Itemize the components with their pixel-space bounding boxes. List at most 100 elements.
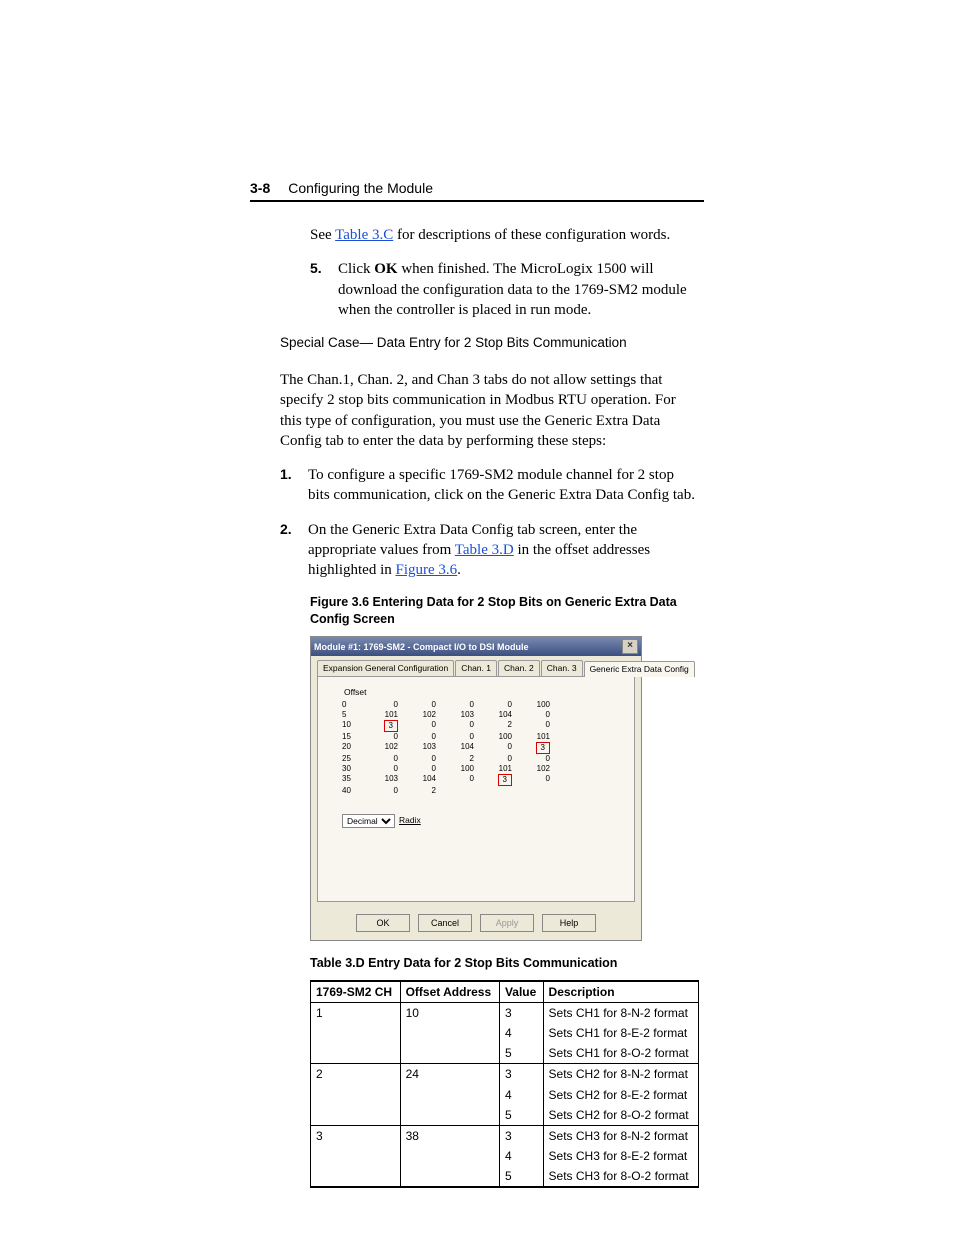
- table-caption: Table 3.D Entry Data for 2 Stop Bits Com…: [310, 955, 699, 972]
- dialog-titlebar: Module #1: 1769-SM2 - Compact I/O to DSI…: [311, 637, 641, 656]
- table-3d: 1769-SM2 CH Offset Address Value Descrip…: [310, 980, 699, 1189]
- offset-cell[interactable]: 0: [364, 786, 402, 796]
- offset-cell[interactable]: 0: [402, 700, 440, 710]
- dialog-tabpage: Offset 000001005101102103104010300201500…: [317, 676, 635, 902]
- tab-chan-2[interactable]: Chan. 2: [498, 660, 540, 675]
- offset-cell[interactable]: 103: [440, 710, 478, 720]
- offset-cell[interactable]: 0: [440, 732, 478, 742]
- offset-cell[interactable]: 104: [402, 774, 440, 786]
- offset-cell[interactable]: 2: [440, 754, 478, 764]
- link-table-3d[interactable]: Table 3.D: [455, 542, 514, 558]
- tab-chan-1[interactable]: Chan. 1: [455, 660, 497, 675]
- offset-cell[interactable]: 0: [516, 754, 554, 764]
- step-1-text: To configure a specific 1769-SM2 module …: [308, 465, 699, 506]
- intro-paragraph: See Table 3.C for descriptions of these …: [310, 225, 699, 245]
- step-number: 2.: [280, 520, 308, 581]
- section-title: Configuring the Module: [288, 180, 433, 196]
- offset-cell[interactable]: 0: [364, 700, 402, 710]
- offset-cell[interactable]: 0: [364, 764, 402, 774]
- table-row: 4Sets CH2 for 8-E-2 format: [311, 1085, 699, 1105]
- offset-cell[interactable]: 0: [478, 742, 516, 754]
- table-row: 4Sets CH3 for 8-E-2 format: [311, 1146, 699, 1166]
- special-case-paragraph: The Chan.1, Chan. 2, and Chan 3 tabs do …: [280, 370, 699, 451]
- table-row: 1103Sets CH1 for 8-N-2 format: [311, 1002, 699, 1023]
- tab-generic-extra-data[interactable]: Generic Extra Data Config: [584, 661, 695, 676]
- help-button[interactable]: Help: [542, 914, 596, 932]
- link-figure-3-6[interactable]: Figure 3.6: [396, 562, 458, 578]
- special-case-heading: Special Case— Data Entry for 2 Stop Bits…: [280, 334, 699, 352]
- offset-cell[interactable]: [516, 786, 554, 796]
- tab-chan-3[interactable]: Chan. 3: [541, 660, 583, 675]
- offset-cell[interactable]: 0: [440, 700, 478, 710]
- offset-cell[interactable]: 0: [364, 732, 402, 742]
- offset-cell[interactable]: 0: [440, 720, 478, 732]
- table-row: 4Sets CH1 for 8-E-2 format: [311, 1023, 699, 1043]
- header-rule: [250, 200, 704, 202]
- offset-cell[interactable]: 101: [516, 732, 554, 742]
- apply-button[interactable]: Apply: [480, 914, 534, 932]
- offset-cell[interactable]: 0: [478, 754, 516, 764]
- radix-row: Decimal Radix: [342, 814, 626, 828]
- offset-cell[interactable]: 0: [402, 754, 440, 764]
- offset-row-label: 20: [342, 742, 364, 754]
- module-dialog: Module #1: 1769-SM2 - Compact I/O to DSI…: [310, 636, 642, 940]
- offset-cell[interactable]: 102: [402, 710, 440, 720]
- step-number: 1.: [280, 465, 308, 506]
- offset-row-label: 0: [342, 700, 364, 710]
- offset-cell[interactable]: 0: [402, 764, 440, 774]
- offset-cell[interactable]: 0: [516, 710, 554, 720]
- dialog-button-row: OK Cancel Apply Help: [311, 908, 641, 940]
- highlighted-offset-value: 3: [498, 774, 512, 786]
- offset-cell[interactable]: 0: [402, 720, 440, 732]
- running-header: 3-8 Configuring the Module: [250, 180, 704, 196]
- offset-cell[interactable]: 2: [478, 720, 516, 732]
- table-row: 3383Sets CH3 for 8-N-2 format: [311, 1125, 699, 1146]
- offset-cell[interactable]: [478, 786, 516, 796]
- offset-cell[interactable]: 104: [478, 710, 516, 720]
- offset-cell[interactable]: 3: [478, 774, 516, 786]
- offset-cell[interactable]: 104: [440, 742, 478, 754]
- close-icon[interactable]: ×: [622, 639, 638, 654]
- step-1: 1. To configure a specific 1769-SM2 modu…: [280, 465, 699, 506]
- page-number: 3-8: [250, 180, 270, 196]
- cancel-button[interactable]: Cancel: [418, 914, 472, 932]
- highlighted-offset-value: 3: [536, 742, 550, 754]
- offset-cell[interactable]: [440, 786, 478, 796]
- offset-cell[interactable]: 0: [402, 732, 440, 742]
- offset-cell[interactable]: 101: [364, 710, 402, 720]
- figure-caption: Figure 3.6 Entering Data for 2 Stop Bits…: [310, 594, 699, 628]
- offset-cell[interactable]: 100: [440, 764, 478, 774]
- offset-cell[interactable]: 3: [516, 742, 554, 754]
- col-ch: 1769-SM2 CH: [311, 981, 401, 1003]
- table-row: 2243Sets CH2 for 8-N-2 format: [311, 1064, 699, 1085]
- offset-cell[interactable]: 100: [516, 700, 554, 710]
- offset-cell[interactable]: 0: [440, 774, 478, 786]
- table-row: 5Sets CH1 for 8-O-2 format: [311, 1043, 699, 1064]
- offset-cell[interactable]: 2: [402, 786, 440, 796]
- ok-button[interactable]: OK: [356, 914, 410, 932]
- radix-label: Radix: [399, 815, 421, 826]
- offset-cell[interactable]: 103: [402, 742, 440, 754]
- offset-cell[interactable]: 3: [364, 720, 402, 732]
- dialog-title: Module #1: 1769-SM2 - Compact I/O to DSI…: [314, 641, 529, 653]
- offset-row-label: 5: [342, 710, 364, 720]
- offset-cell[interactable]: 102: [516, 764, 554, 774]
- offset-cell[interactable]: 0: [516, 774, 554, 786]
- offset-cell[interactable]: 0: [364, 754, 402, 764]
- step-2: 2. On the Generic Extra Data Config tab …: [280, 520, 699, 581]
- offset-cell[interactable]: 102: [364, 742, 402, 754]
- offset-cell[interactable]: 0: [478, 700, 516, 710]
- offset-cell[interactable]: 100: [478, 732, 516, 742]
- radix-select[interactable]: Decimal: [342, 814, 395, 828]
- offset-cell[interactable]: 0: [516, 720, 554, 732]
- table-row: 5Sets CH3 for 8-O-2 format: [311, 1166, 699, 1187]
- dialog-tabstrip: Expansion General Configuration Chan. 1 …: [311, 656, 641, 675]
- tab-expansion-general[interactable]: Expansion General Configuration: [317, 660, 454, 675]
- offset-cell[interactable]: 101: [478, 764, 516, 774]
- step-5: 5. Click OK when finished. The MicroLogi…: [310, 259, 699, 320]
- link-table-3c[interactable]: Table 3.C: [335, 227, 393, 243]
- step-number: 5.: [310, 259, 338, 320]
- offset-row-label: 10: [342, 720, 364, 732]
- col-offset: Offset Address: [400, 981, 499, 1003]
- offset-cell[interactable]: 103: [364, 774, 402, 786]
